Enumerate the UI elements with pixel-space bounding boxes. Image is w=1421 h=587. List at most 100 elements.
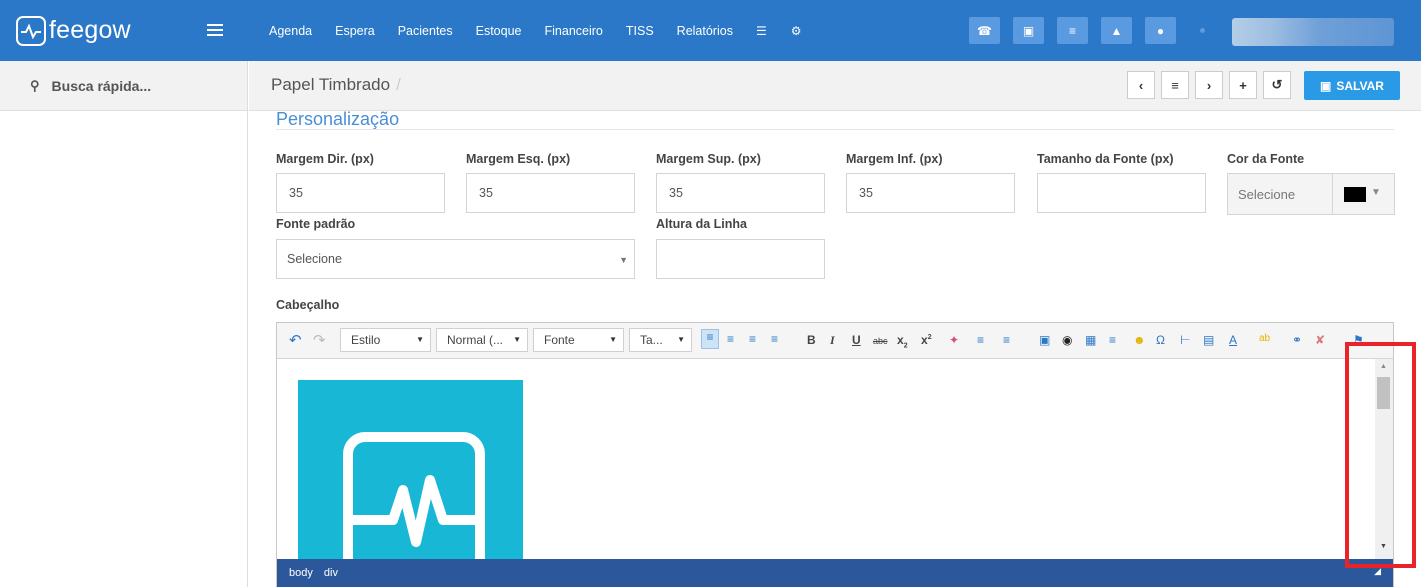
cor-fonte-picker[interactable]: Selecione ▼ — [1227, 173, 1395, 215]
page-header: Papel Timbrado / ‹ ≡ › + ↺ ▣ SALVAR — [249, 61, 1421, 111]
underline-icon[interactable]: U — [852, 333, 861, 347]
align-left-icon[interactable]: ≡ — [701, 329, 719, 349]
nav-financeiro[interactable]: Financeiro — [545, 24, 603, 38]
strikethrough-icon[interactable]: abc — [873, 336, 888, 346]
section-divider — [276, 129, 1394, 130]
top-navbar: feegow Agenda Espera Pacientes Estoque F… — [0, 0, 1421, 61]
subscript-icon[interactable]: x2 — [897, 333, 908, 349]
editor-content[interactable] — [277, 359, 1393, 560]
align-justify-icon[interactable]: ≡ — [771, 332, 778, 346]
nav-pacientes[interactable]: Pacientes — [398, 24, 453, 38]
table-icon[interactable]: ▦ — [1085, 333, 1096, 347]
top-icon-group: ☎ ▣ ≡ ▲ ● — [969, 17, 1189, 44]
size-combo-label: Ta... — [640, 333, 663, 347]
align-center-icon[interactable]: ≡ — [727, 332, 734, 346]
bulleted-list-icon[interactable]: ≡ — [1003, 333, 1010, 347]
path-div[interactable]: div — [324, 567, 338, 579]
iframe-icon[interactable]: ▤ — [1203, 333, 1214, 347]
bold-icon[interactable]: B — [807, 333, 816, 347]
numbered-list-icon[interactable]: ≡ — [977, 333, 984, 347]
chevron-down-icon: ▼ — [609, 335, 617, 344]
font-combo-label: Fonte — [544, 333, 575, 347]
main-nav: Agenda Espera Pacientes Estoque Financei… — [269, 0, 825, 61]
margem-sup-label: Margem Sup. (px) — [656, 152, 761, 166]
text-color-icon[interactable]: A — [1229, 333, 1237, 347]
previous-button[interactable]: ‹ — [1127, 71, 1155, 99]
logo-pulse-icon — [353, 475, 478, 547]
menu-toggle-icon[interactable] — [207, 24, 223, 39]
page-break-icon[interactable]: ⊢ — [1180, 333, 1190, 347]
color-swatch[interactable] — [1344, 187, 1366, 202]
margem-inf-input[interactable]: 35 — [846, 173, 1015, 213]
cabecalho-label: Cabeçalho — [276, 298, 340, 312]
style-combo[interactable]: Estilo ▼ — [340, 328, 431, 352]
sidebar: ⚲ Busca rápida... — [0, 61, 248, 587]
align-right-icon[interactable]: ≡ — [749, 332, 756, 346]
record-nav-buttons: ‹ ≡ › + ↺ — [1127, 71, 1297, 99]
header-logo-image[interactable] — [298, 380, 523, 560]
flash-icon[interactable]: ◉ — [1062, 333, 1072, 347]
smiley-icon[interactable]: ☻ — [1133, 333, 1146, 347]
list-icon[interactable]: ≡ — [1057, 17, 1088, 44]
size-combo[interactable]: Ta... ▼ — [629, 328, 692, 352]
status-dot — [1200, 28, 1205, 33]
nav-espera[interactable]: Espera — [335, 24, 375, 38]
header-editor: ↶ ↷ Estilo ▼ Normal (... ▼ Fonte ▼ Ta... ▼ ≡… — [276, 322, 1394, 587]
history-button[interactable]: ↺ — [1263, 71, 1291, 99]
phone-icon[interactable]: ☎ — [969, 17, 1000, 44]
background-color-icon[interactable]: ab — [1259, 333, 1270, 344]
margem-sup-input[interactable]: 35 — [656, 173, 825, 213]
superscript-icon[interactable]: x2 — [921, 333, 932, 347]
margem-dir-input[interactable]: 35 — [276, 173, 445, 213]
altura-linha-input[interactable] — [656, 239, 825, 279]
nav-estoque[interactable]: Estoque — [476, 24, 522, 38]
fonte-padrao-select[interactable]: Selecione ▼ — [276, 239, 635, 279]
gear-icon[interactable]: ⚙ — [791, 24, 802, 38]
special-char-icon[interactable]: Ω — [1156, 333, 1165, 347]
next-button[interactable]: › — [1195, 71, 1223, 99]
format-combo[interactable]: Normal (... ▼ — [436, 328, 528, 352]
chat-icon[interactable]: ● — [1145, 17, 1176, 44]
caret-down-icon[interactable]: ▼ — [1371, 187, 1381, 198]
save-button[interactable]: ▣ SALVAR — [1304, 71, 1400, 100]
italic-icon[interactable]: I — [830, 333, 835, 348]
nav-agenda[interactable]: Agenda — [269, 24, 312, 38]
margem-esq-input[interactable]: 35 — [466, 173, 635, 213]
undo-icon[interactable]: ↶ — [289, 331, 302, 349]
chevron-down-icon: ▼ — [513, 335, 521, 344]
path-body[interactable]: body — [289, 567, 313, 579]
feegow-logo-icon — [16, 15, 46, 46]
save-icon: ▣ — [1320, 78, 1332, 93]
quick-search[interactable]: ⚲ Busca rápida... — [0, 61, 247, 111]
margem-dir-label: Margem Dir. (px) — [276, 152, 374, 166]
save-label: SALVAR — [1336, 78, 1384, 93]
nav-tiss[interactable]: TISS — [626, 24, 654, 38]
editor-elements-path: body div ◢ — [277, 559, 1393, 587]
tamanho-fonte-input[interactable] — [1037, 173, 1206, 213]
brand-name: feegow — [49, 16, 131, 44]
breadcrumb-separator: / — [396, 75, 401, 94]
font-combo[interactable]: Fonte ▼ — [533, 328, 624, 352]
margem-inf-label: Margem Inf. (px) — [846, 152, 943, 166]
page-title-text: Papel Timbrado — [271, 75, 391, 94]
user-menu-blurred[interactable] — [1232, 18, 1394, 46]
cor-fonte-value: Selecione — [1238, 187, 1296, 202]
main-content: Personalização Margem Dir. (px) 35 Marge… — [249, 109, 1421, 587]
image-icon[interactable]: ▣ — [1039, 333, 1050, 347]
unlink-icon[interactable]: ✘ — [1315, 333, 1325, 347]
tamanho-fonte-label: Tamanho da Fonte (px) — [1037, 152, 1174, 166]
margem-esq-label: Margem Esq. (px) — [466, 152, 571, 166]
inbox-icon[interactable]: ▣ — [1013, 17, 1044, 44]
chevron-down-icon: ▼ — [619, 255, 628, 265]
redo-icon[interactable]: ↷ — [313, 331, 326, 349]
link-icon[interactable]: ⚭ — [1292, 333, 1302, 347]
bell-icon[interactable]: ▲ — [1101, 17, 1132, 44]
list-button[interactable]: ≡ — [1161, 71, 1189, 99]
horizontal-rule-icon[interactable]: ≡ — [1109, 333, 1116, 347]
database-icon[interactable]: ☰ — [756, 24, 767, 38]
add-button[interactable]: + — [1229, 71, 1257, 99]
cor-fonte-label: Cor da Fonte — [1227, 152, 1305, 166]
nav-relatorios[interactable]: Relatórios — [677, 24, 733, 38]
remove-format-icon[interactable]: ✦ — [949, 333, 959, 347]
style-combo-label: Estilo — [351, 333, 381, 347]
